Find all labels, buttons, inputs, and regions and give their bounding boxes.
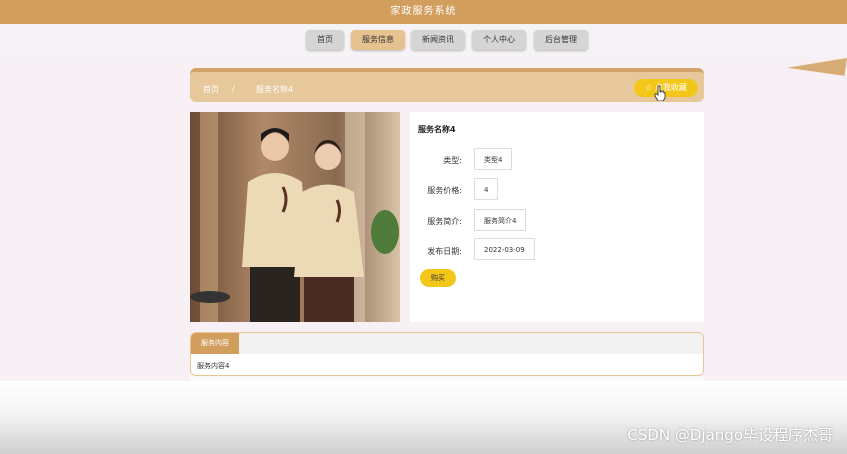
collect-button[interactable]: ☆ 点我收藏 (634, 79, 698, 97)
type-value: 类型4 (474, 148, 513, 170)
service-content-text: 服务内容4 (197, 362, 230, 370)
breadcrumb: 首页 / 服务名称4 (190, 68, 704, 102)
breadcrumb-home[interactable]: 首页 (203, 84, 219, 95)
hand-cursor-icon (654, 85, 666, 101)
nav-admin[interactable]: 后台管理 (534, 30, 588, 50)
nav-service-info[interactable]: 服务信息 (351, 30, 405, 50)
nav-news[interactable]: 新闻资讯 (411, 30, 465, 50)
service-name: 服务名称4 (418, 125, 456, 134)
app-title: 家政服务系统 (0, 0, 847, 24)
breadcrumb-separator: / (232, 84, 235, 93)
date-value: 2022-03-09 (474, 238, 535, 260)
star-icon: ☆ (645, 83, 653, 92)
date-label: 发布日期: (427, 247, 462, 256)
service-content-card: 服务内容 服务内容4 (190, 332, 704, 376)
watermark: CSDN @Django毕设程序杰哥 (627, 426, 833, 444)
type-label: 类型: (443, 156, 462, 165)
intro-value: 服务简介4 (474, 209, 527, 231)
price-label: 服务价格: (427, 186, 462, 195)
service-image (190, 112, 400, 322)
breadcrumb-current: 服务名称4 (256, 85, 294, 94)
nav-bar: 首页 服务信息 新闻资讯 个人中心 后台管理 (0, 24, 847, 58)
nav-home[interactable]: 首页 (306, 30, 344, 50)
intro-label: 服务简介: (427, 217, 462, 226)
nav-personal-center[interactable]: 个人中心 (472, 30, 526, 50)
price-value: 4 (474, 178, 499, 200)
service-info-panel: 服务名称4 类型: 类型4 服务价格: 4 服务简介: 服务简介4 发布日期: … (410, 112, 704, 322)
content-tab-bar (191, 333, 703, 354)
tab-service-content[interactable]: 服务内容 (191, 333, 239, 354)
buy-button[interactable]: 购买 (420, 269, 456, 287)
